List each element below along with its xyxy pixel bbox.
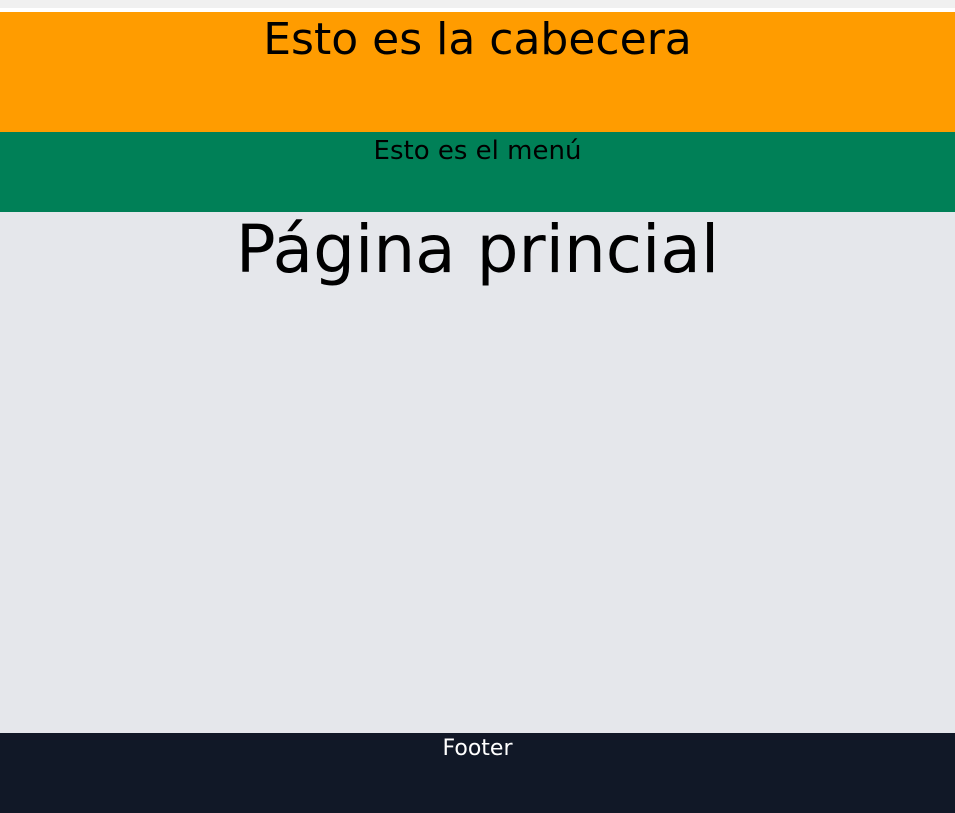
main-inner: Página princial	[0, 212, 955, 288]
site-footer: Footer	[0, 733, 955, 813]
header-inner: Esto es la cabecera	[0, 14, 955, 66]
main-content: Página princial	[0, 212, 955, 733]
menu-inner: Esto es el menú	[0, 133, 955, 169]
page: Esto es la cabecera Esto es el menú Pági…	[0, 0, 955, 813]
top-gap	[0, 0, 955, 12]
site-header: Esto es la cabecera	[0, 12, 955, 132]
footer-label: Footer	[442, 736, 513, 761]
page-title: Página princial	[235, 211, 720, 288]
site-menu: Esto es el menú	[0, 132, 955, 212]
header-title: Esto es la cabecera	[263, 14, 692, 65]
footer-inner: Footer	[0, 733, 955, 765]
menu-label: Esto es el menú	[373, 136, 582, 166]
